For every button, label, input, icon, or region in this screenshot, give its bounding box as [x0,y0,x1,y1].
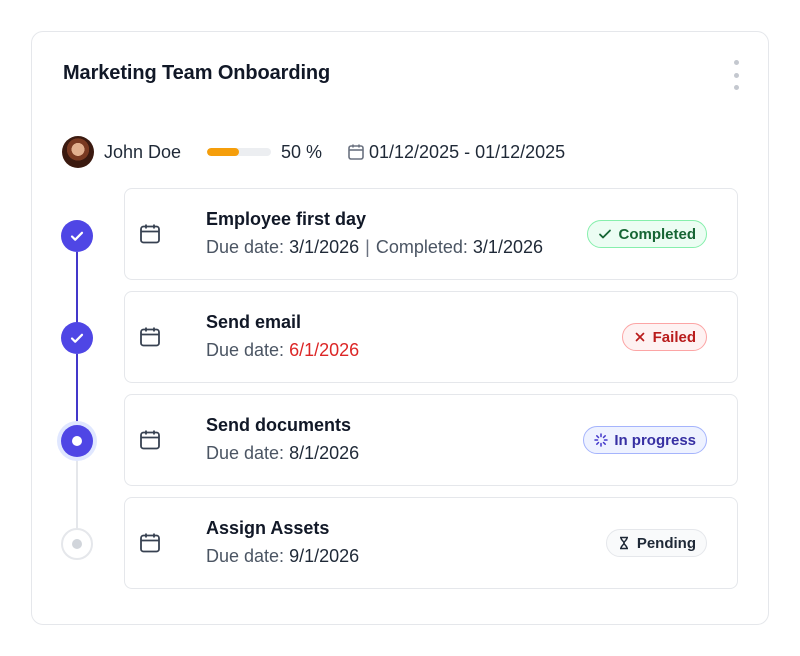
status-text: Completed [618,225,696,243]
completed-date-value: 3/1/2026 [472,237,543,257]
check-icon [599,229,612,239]
task-item-send-documents[interactable]: Send documents Due date: 8/1/2026 In pro… [124,394,738,486]
task-title: Send documents [206,415,352,435]
status-badge-in-progress: In progress [583,426,707,454]
task-dates: Due date: 3/1/2026 | Completed: 3/1/2026 [206,237,543,258]
calendar-icon [140,430,160,450]
status-badge-completed: Completed [587,220,707,248]
timeline-node-pending [61,528,93,560]
x-icon [635,332,644,342]
task-item-employee-first-day[interactable]: Employee first day Due date: 3/1/2026 | Co… [124,188,738,280]
hourglass-icon [619,536,628,550]
task-item-assign-assets[interactable]: Assign Assets Due date: 9/1/2026 Pending [124,497,738,589]
task-dates: Due date: 8/1/2026 [206,443,359,464]
status-badge-failed: Failed [621,323,707,351]
task-item-send-email[interactable]: Send email Due date: 6/1/2026 Failed [124,291,738,383]
task-title: Employee first day [206,209,367,229]
due-date-value: 9/1/2026 [289,546,360,566]
check-icon [70,231,84,241]
current-dot-icon [72,436,82,446]
spinner-icon [594,433,609,447]
status-text: In progress [614,431,696,449]
task-title: Send email [206,312,302,332]
timeline-node-done [61,322,93,354]
timeline-node-current [61,425,93,457]
onboarding-card: Marketing Team Onboarding John Doe 50 % … [31,31,769,625]
calendar-icon [140,327,160,347]
calendar-icon [140,224,160,244]
timeline-node-done [61,220,93,252]
due-date-label: Due date: [206,546,285,566]
task-timeline: Employee first day Due date: 3/1/2026 | Co… [32,32,768,624]
date-separator: | [365,237,370,257]
task-dates: Due date: 9/1/2026 [206,546,359,567]
status-badge-pending: Pending [605,529,707,557]
due-date-label: Due date: [206,443,285,463]
completed-date-label: Completed: [375,237,468,257]
status-text: Failed [652,328,696,346]
status-text: Pending [636,534,696,552]
pending-dot-icon [72,539,82,549]
task-dates: Due date: 6/1/2026 [206,340,359,361]
due-date-value: 8/1/2026 [289,443,360,463]
due-date-label: Due date: [206,237,285,257]
task-title: Assign Assets [206,518,330,538]
calendar-icon [140,533,160,553]
due-date-label: Due date: [206,340,285,360]
due-date-value-overdue: 6/1/2026 [289,340,360,360]
due-date-value: 3/1/2026 [289,237,360,257]
check-icon [70,333,84,343]
